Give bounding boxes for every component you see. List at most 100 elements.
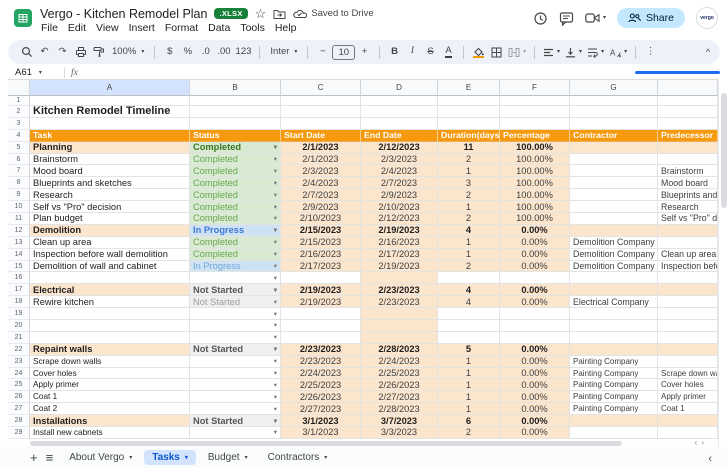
- cell-predecessor[interactable]: Scrape down walls: [658, 368, 718, 380]
- cell-end-date[interactable]: 2/23/2023: [361, 296, 438, 308]
- cell-contractor[interactable]: [570, 118, 658, 130]
- cell-contractor[interactable]: [570, 189, 658, 201]
- row-number[interactable]: 1: [8, 96, 30, 106]
- cell-task[interactable]: Electrical: [30, 284, 190, 296]
- cell-percentage[interactable]: 100.00%: [500, 189, 570, 201]
- format-currency-button[interactable]: $: [161, 47, 178, 57]
- row-number[interactable]: 11: [8, 213, 30, 225]
- cell-duration[interactable]: [438, 272, 500, 284]
- cell-duration[interactable]: 3: [438, 177, 500, 189]
- column-header-c[interactable]: C: [281, 80, 361, 96]
- cell-task[interactable]: [30, 118, 190, 130]
- cell-task[interactable]: Coat 1: [30, 391, 190, 403]
- tab-caret-icon[interactable]: ▾: [185, 454, 188, 461]
- cell-task[interactable]: Task: [30, 130, 190, 142]
- cell-end-date[interactable]: 2/25/2023: [361, 368, 438, 380]
- text-color-button[interactable]: A: [440, 46, 457, 58]
- cell-end-date[interactable]: [361, 96, 438, 106]
- format-percent-button[interactable]: %: [179, 47, 196, 57]
- cell-percentage[interactable]: [500, 332, 570, 344]
- cell-predecessor[interactable]: Brainstorm: [658, 165, 718, 177]
- cell-end-date[interactable]: 2/4/2023: [361, 165, 438, 177]
- cell-percentage[interactable]: 0.00%: [500, 225, 570, 237]
- star-icon[interactable]: ☆: [255, 7, 267, 20]
- cell-status[interactable]: Completed▾: [190, 177, 281, 189]
- cell-contractor[interactable]: [570, 142, 658, 154]
- tab-caret-icon[interactable]: ▾: [245, 454, 248, 461]
- cell-percentage[interactable]: 0.00%: [500, 391, 570, 403]
- cell-duration[interactable]: 1: [438, 368, 500, 380]
- cell-percentage[interactable]: 100.00%: [500, 177, 570, 189]
- row-number[interactable]: 8: [8, 177, 30, 189]
- cell-status[interactable]: ▾: [190, 391, 281, 403]
- row-number[interactable]: 20: [8, 320, 30, 332]
- paint-format-icon[interactable]: [90, 46, 107, 58]
- cell-end-date[interactable]: 3/7/2023: [361, 415, 438, 427]
- menu-view[interactable]: View: [91, 21, 124, 35]
- cell-percentage[interactable]: 0.00%: [500, 249, 570, 261]
- cell-predecessor[interactable]: Research: [658, 201, 718, 213]
- column-header-h[interactable]: [658, 80, 718, 96]
- row-number[interactable]: 6: [8, 154, 30, 166]
- row-number[interactable]: 19: [8, 308, 30, 320]
- cell-predecessor[interactable]: [658, 272, 718, 284]
- row-number[interactable]: 16: [8, 272, 30, 284]
- cell-predecessor[interactable]: [658, 332, 718, 344]
- row-number[interactable]: 3: [8, 118, 30, 130]
- row-number[interactable]: 27: [8, 403, 30, 415]
- cell-percentage[interactable]: 0.00%: [500, 379, 570, 391]
- horizontal-scrollbar-thumb[interactable]: [30, 441, 622, 446]
- cell-status[interactable]: Completed▾: [190, 189, 281, 201]
- menu-file[interactable]: File: [36, 21, 63, 35]
- cell-start-date[interactable]: [281, 118, 361, 130]
- borders-button[interactable]: [488, 47, 505, 58]
- cell-task[interactable]: Demolition of wall and cabinet: [30, 261, 190, 273]
- cell-duration[interactable]: [438, 106, 500, 118]
- cell-task[interactable]: Clean up area: [30, 237, 190, 249]
- cell-contractor[interactable]: Contractor: [570, 130, 658, 142]
- status-dropdown-icon[interactable]: ▾: [274, 179, 277, 187]
- cell-duration[interactable]: [438, 118, 500, 130]
- font-select[interactable]: Inter▾: [266, 47, 301, 57]
- cell-status[interactable]: ▾: [190, 427, 281, 439]
- menu-data[interactable]: Data: [203, 21, 235, 35]
- cell-predecessor[interactable]: Predecessor: [658, 130, 718, 142]
- cell-task[interactable]: Scrape down walls: [30, 356, 190, 368]
- cell-start-date[interactable]: 2/24/2023: [281, 368, 361, 380]
- vertical-scrollbar-thumb[interactable]: [721, 93, 727, 208]
- row-number[interactable]: 22: [8, 344, 30, 356]
- cell-status[interactable]: Not Started▾: [190, 344, 281, 356]
- cell-predecessor[interactable]: [658, 96, 718, 106]
- row-number[interactable]: 5: [8, 142, 30, 154]
- status-dropdown-icon[interactable]: ▾: [274, 405, 277, 413]
- cell-percentage[interactable]: [500, 272, 570, 284]
- status-dropdown-icon[interactable]: ▾: [274, 250, 277, 258]
- cell-percentage[interactable]: 0.00%: [500, 284, 570, 296]
- cell-start-date[interactable]: 2/3/2023: [281, 165, 361, 177]
- cell-percentage[interactable]: 0.00%: [500, 415, 570, 427]
- cell-duration[interactable]: 1: [438, 379, 500, 391]
- cell-task[interactable]: Inspection before wall demolition: [30, 249, 190, 261]
- cell-start-date[interactable]: 2/19/2023: [281, 296, 361, 308]
- cell-status[interactable]: ▾: [190, 96, 281, 106]
- cell-contractor[interactable]: [570, 165, 658, 177]
- row-number[interactable]: 25: [8, 379, 30, 391]
- cell-percentage[interactable]: 0.00%: [500, 344, 570, 356]
- cell-predecessor[interactable]: [658, 284, 718, 296]
- status-dropdown-icon[interactable]: ▾: [274, 274, 277, 282]
- cell-start-date[interactable]: [281, 96, 361, 106]
- cell-start-date[interactable]: 2/23/2023: [281, 356, 361, 368]
- cell-duration[interactable]: 4: [438, 284, 500, 296]
- row-number[interactable]: 23: [8, 356, 30, 368]
- row-number[interactable]: 29: [8, 427, 30, 439]
- cell-end-date[interactable]: 3/3/2023: [361, 427, 438, 439]
- status-dropdown-icon[interactable]: ▾: [274, 191, 277, 199]
- cell-predecessor[interactable]: Self vs "Pro" decision: [658, 213, 718, 225]
- column-header-e[interactable]: E: [438, 80, 500, 96]
- cell-percentage[interactable]: [500, 118, 570, 130]
- cell-predecessor[interactable]: [658, 415, 718, 427]
- tabbar-end-chevron-icon[interactable]: ‹: [708, 453, 712, 465]
- row-number[interactable]: 24: [8, 368, 30, 380]
- row-number[interactable]: 14: [8, 249, 30, 261]
- add-sheet-button[interactable]: +: [30, 451, 38, 464]
